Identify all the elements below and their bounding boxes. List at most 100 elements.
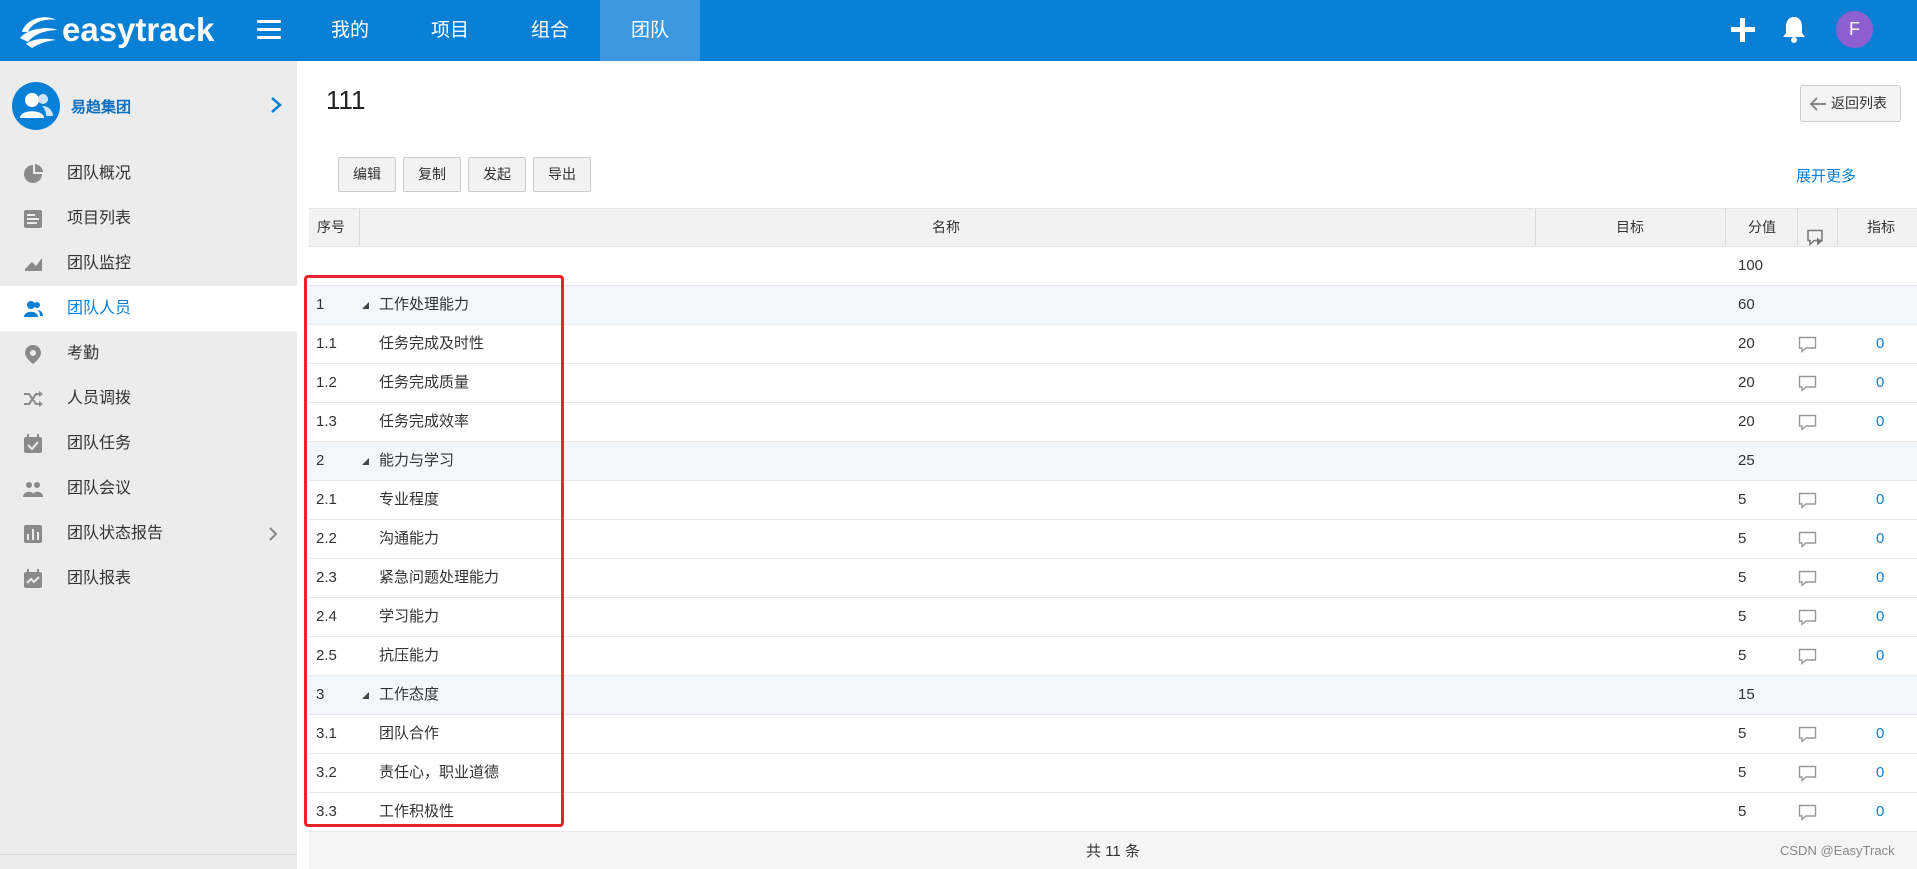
sidebar-item-label: 团队概况 <box>67 165 132 182</box>
nav-item-portfolio[interactable]: 组合 <box>500 0 600 61</box>
collapse-caret-icon[interactable] <box>362 458 369 465</box>
comment-icon[interactable] <box>1798 570 1817 587</box>
row-score: 5 <box>1738 569 1747 586</box>
sidebar-item-attendance[interactable]: 考勤 <box>0 331 297 376</box>
comment-icon[interactable] <box>1798 492 1817 509</box>
back-to-list-button[interactable]: 返回列表 <box>1800 85 1901 122</box>
row-count: 共 11 条 <box>1086 843 1140 860</box>
sidebar-item-status-report[interactable]: 团队状态报告 <box>0 511 297 556</box>
table-row[interactable]: 3.2 责任心，职业道德 5 0 <box>309 754 1917 793</box>
row-metric-link[interactable]: 0 <box>1876 520 1884 558</box>
col-header-index[interactable]: 序号 <box>317 209 345 246</box>
table-row[interactable]: 3.3 工作积极性 5 0 <box>309 793 1917 832</box>
row-name: 任务完成及时性 <box>379 335 485 352</box>
nav-item-mine[interactable]: 我的 <box>300 0 400 61</box>
add-icon[interactable] <box>1729 16 1757 44</box>
comment-icon[interactable] <box>1798 336 1817 353</box>
table-row[interactable]: 2.2 沟通能力 5 0 <box>309 520 1917 559</box>
comment-icon[interactable] <box>1798 609 1817 626</box>
sidebar-item-transfer[interactable]: 人员调拨 <box>0 376 297 421</box>
export-button[interactable]: 导出 <box>533 157 591 192</box>
chevron-right-icon[interactable] <box>268 95 284 115</box>
bar-chart-icon <box>24 525 42 543</box>
comment-icon[interactable] <box>1798 765 1817 782</box>
row-metric-link[interactable]: 0 <box>1876 637 1884 675</box>
table-row[interactable]: 2.3 紧急问题处理能力 5 0 <box>309 559 1917 598</box>
row-name: 学习能力 <box>379 608 440 625</box>
row-metric-link[interactable]: 0 <box>1876 793 1884 831</box>
row-metric-link[interactable]: 0 <box>1876 364 1884 402</box>
table-row[interactable]: 3.1 团队合作 5 0 <box>309 715 1917 754</box>
expand-more-link[interactable]: 展开更多 <box>1796 165 1856 186</box>
col-divider <box>1837 209 1838 246</box>
col-divider <box>1725 209 1726 246</box>
col-header-name[interactable]: 名称 <box>932 209 960 246</box>
row-metric-link[interactable]: 0 <box>1876 598 1884 636</box>
col-header-target[interactable]: 目标 <box>1616 209 1644 246</box>
row-name: 沟通能力 <box>379 530 440 547</box>
menu-toggle-icon[interactable] <box>257 20 281 40</box>
sidebar-item-overview[interactable]: 团队概况 <box>0 151 297 196</box>
comment-icon[interactable] <box>1798 414 1817 431</box>
row-index: 2.2 <box>316 530 337 547</box>
col-header-score[interactable]: 分值 <box>1748 209 1776 246</box>
bell-icon[interactable] <box>1781 15 1807 43</box>
sidebar-item-monitor[interactable]: 团队监控 <box>0 241 297 286</box>
row-metric-link[interactable]: 0 <box>1876 754 1884 792</box>
nav-item-projects[interactable]: 项目 <box>400 0 500 61</box>
row-score: 20 <box>1738 413 1755 430</box>
sidebar-item-members[interactable]: 团队人员 <box>0 286 297 331</box>
comment-icon[interactable] <box>1798 375 1817 392</box>
people-icon <box>24 301 43 317</box>
row-metric-link[interactable]: 0 <box>1876 325 1884 363</box>
table-row[interactable]: 1.3 任务完成效率 20 0 <box>309 403 1917 442</box>
table-header: 序号 名称 目标 分值 指标 <box>309 208 1917 247</box>
table-group-row[interactable]: 3 工作态度 15 <box>309 676 1917 715</box>
sidebar-item-meetings[interactable]: 团队会议 <box>0 466 297 511</box>
collapse-caret-icon[interactable] <box>362 692 369 699</box>
copy-button[interactable]: 复制 <box>403 157 461 192</box>
sidebar-item-tasks[interactable]: 团队任务 <box>0 421 297 466</box>
row-name: 工作处理能力 <box>379 296 470 313</box>
meeting-icon <box>23 482 43 497</box>
row-index: 3 <box>316 686 325 703</box>
app-logo[interactable]: easytrack <box>16 8 214 52</box>
org-header[interactable]: 易趋集团 <box>0 61 297 147</box>
calendar-check-icon <box>24 434 42 453</box>
col-header-metric[interactable]: 指标 <box>1867 209 1895 246</box>
sidebar-item-reports[interactable]: 团队报表 <box>0 556 297 601</box>
sidebar-item-projects[interactable]: 项目列表 <box>0 196 297 241</box>
row-name: 紧急问题处理能力 <box>379 569 500 586</box>
collapse-caret-icon[interactable] <box>362 302 369 309</box>
row-metric-link[interactable]: 0 <box>1876 403 1884 441</box>
table-row[interactable]: 1.1 任务完成及时性 20 0 <box>309 325 1917 364</box>
comment-icon[interactable] <box>1798 726 1817 743</box>
table-row[interactable]: 2.1 专业程度 5 0 <box>309 481 1917 520</box>
user-avatar[interactable]: F <box>1836 11 1873 48</box>
table-group-row[interactable]: 1 工作处理能力 60 <box>309 286 1917 325</box>
row-index: 1.3 <box>316 413 337 430</box>
shuffle-icon <box>24 391 43 407</box>
row-metric-link[interactable]: 0 <box>1876 559 1884 597</box>
edit-button[interactable]: 编辑 <box>338 157 396 192</box>
comment-icon[interactable] <box>1798 531 1817 548</box>
comment-icon[interactable] <box>1798 648 1817 665</box>
row-metric-link[interactable]: 0 <box>1876 715 1884 753</box>
launch-button[interactable]: 发起 <box>468 157 526 192</box>
table-row[interactable]: 1.2 任务完成质量 20 0 <box>309 364 1917 403</box>
table-row[interactable]: 2.5 抗压能力 5 0 <box>309 637 1917 676</box>
list-icon <box>24 210 42 228</box>
row-metric-link[interactable]: 0 <box>1876 481 1884 519</box>
group-icon <box>20 93 53 118</box>
sidebar-item-label: 团队会议 <box>67 480 132 497</box>
row-name: 能力与学习 <box>379 452 455 469</box>
report-icon <box>24 569 42 588</box>
sidebar-menu: 团队概况 项目列表 团队监控 团队人员 考勤 人员调拨 团队任务 团队会议 团队… <box>0 151 297 601</box>
comment-icon[interactable] <box>1798 804 1817 821</box>
nav-item-team[interactable]: 团队 <box>600 0 700 61</box>
sidebar-divider <box>0 854 297 855</box>
table-group-row[interactable]: 2 能力与学习 25 <box>309 442 1917 481</box>
table-row[interactable]: 2.4 学习能力 5 0 <box>309 598 1917 637</box>
org-name: 易趋集团 <box>71 99 132 116</box>
col-divider <box>1797 209 1798 246</box>
